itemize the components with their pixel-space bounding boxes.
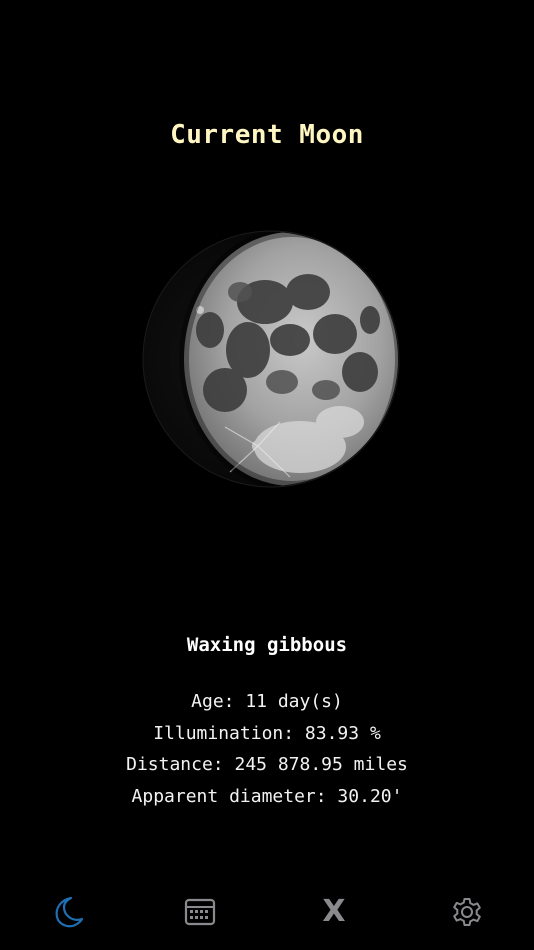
page-title: Current Moon bbox=[170, 120, 364, 150]
x-icon: X bbox=[322, 894, 346, 929]
moon-graphic bbox=[142, 230, 400, 488]
gear-icon bbox=[453, 898, 481, 926]
tab-current-moon[interactable] bbox=[43, 888, 91, 936]
tab-settings[interactable] bbox=[443, 888, 491, 936]
moon-info-panel: Age: 11 day(s) Illumination: 83.93 % Dis… bbox=[0, 686, 534, 812]
moon-apparent-diameter: Apparent diameter: 30.20' bbox=[131, 785, 403, 807]
moon-image bbox=[130, 222, 410, 498]
moon-screen: Current Moon Waxing gibbous Age: 11 day(… bbox=[0, 0, 534, 950]
moon-icon bbox=[55, 896, 84, 928]
tab-bar: X bbox=[0, 870, 534, 950]
tab-calendar[interactable] bbox=[176, 888, 224, 936]
tab-x[interactable]: X bbox=[310, 888, 358, 936]
moon-phase-name: Waxing gibbous bbox=[186, 634, 348, 656]
moon-illumination: Illumination: 83.93 % bbox=[153, 722, 381, 744]
moon-age: Age: 11 day(s) bbox=[191, 691, 343, 712]
moon-distance: Distance: 245 878.95 miles bbox=[126, 754, 408, 775]
calendar-icon bbox=[184, 898, 216, 926]
